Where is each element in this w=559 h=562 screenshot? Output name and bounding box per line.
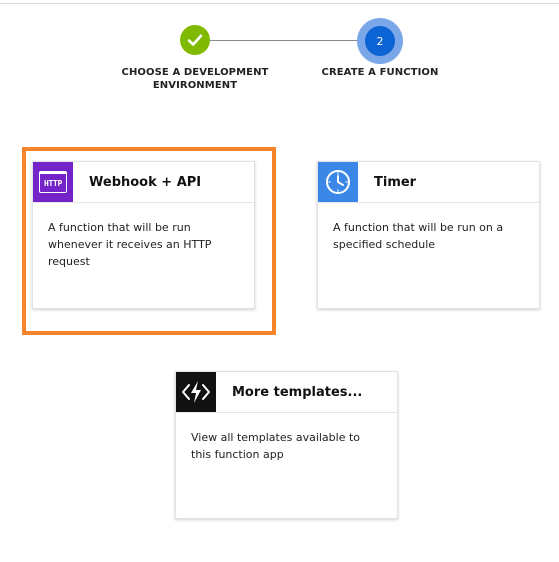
step-1-indicator[interactable] [180,25,210,55]
step-2-label: CREATE A FUNCTION [321,67,439,78]
step-1-label[interactable]: CHOOSE A DEVELOPMENT ENVIRONMENT [115,66,275,92]
step-2-number: 2 [365,26,395,56]
function-icon-tile [176,372,216,412]
clock-icon [326,170,350,194]
function-wizard-page: 2 CHOOSE A DEVELOPMENT ENVIRONMENT CREAT… [0,0,559,562]
template-card-webhook-api[interactable]: HTTP Webhook + API A function that will … [32,161,255,309]
card-title: Timer [374,174,417,190]
top-divider [0,3,559,4]
template-card-more-templates[interactable]: More templates... View all templates ava… [175,371,398,519]
template-card-timer[interactable]: Timer A function that will be run on a s… [317,161,540,309]
step-connector [210,40,362,41]
card-header: Timer [318,162,539,203]
step-2-indicator[interactable]: 2 [357,18,403,64]
card-header: HTTP Webhook + API [33,162,254,203]
checkmark-icon [187,34,203,46]
http-icon-tile: HTTP [33,162,73,202]
http-icon: HTTP [39,171,67,193]
step-1-label-line1: CHOOSE A DEVELOPMENT [121,67,269,78]
card-title: Webhook + API [89,174,202,190]
card-description: View all templates available to this fun… [191,431,361,461]
step-1-label-line2: ENVIRONMENT [152,80,238,91]
card-description: A function that will be run whenever it … [48,221,212,268]
card-title: More templates... [232,384,363,400]
card-description: A function that will be run on a specifi… [333,221,504,251]
card-header: More templates... [176,372,397,413]
function-bolt-icon [182,381,210,403]
clock-icon-tile [318,162,358,202]
